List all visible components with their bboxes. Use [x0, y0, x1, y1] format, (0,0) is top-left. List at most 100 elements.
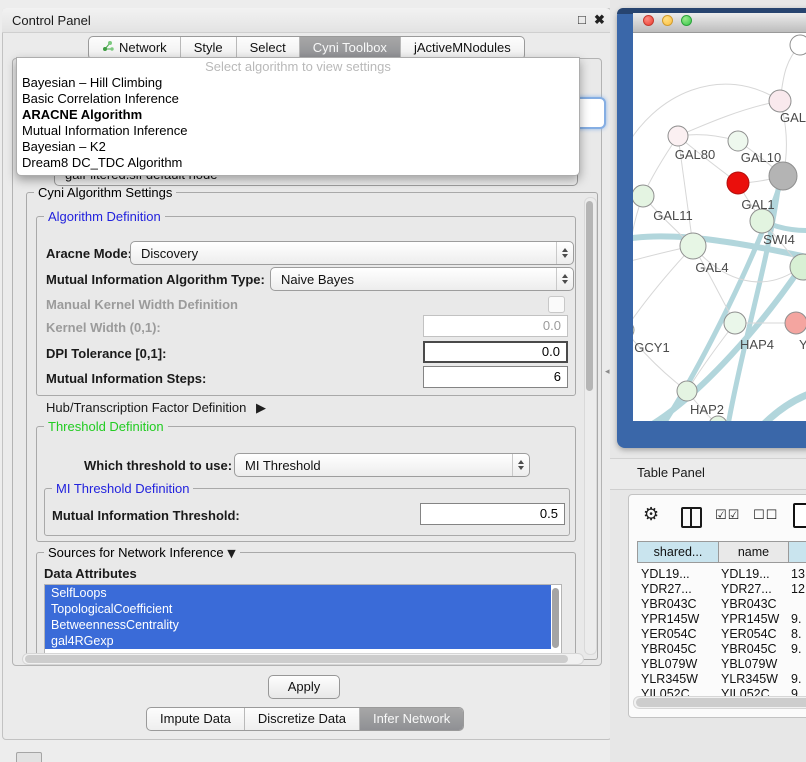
node-hap2[interactable] [677, 381, 697, 401]
node[interactable] [790, 35, 806, 55]
network-window-titlebar[interactable] [633, 13, 806, 33]
attributes-scrollbar-thumb[interactable] [552, 588, 559, 648]
tab-cyni-toolbox[interactable]: Cyni Toolbox [300, 37, 401, 59]
kernel-width-label: Kernel Width (0,1): [46, 320, 161, 335]
algorithm-option-selected[interactable]: ARACNE Algorithm [17, 107, 579, 123]
table-hscrollbar[interactable] [633, 696, 806, 709]
table-row[interactable]: YER054C YER054C 8. [629, 627, 806, 642]
node-gcy1[interactable] [633, 321, 634, 339]
close-traffic-light[interactable] [643, 15, 654, 26]
cell: YDR27... [721, 582, 772, 596]
node-gal1-red[interactable] [727, 172, 749, 194]
mi-steps-field[interactable]: 6 [423, 366, 568, 388]
deselect-all-checks-icon[interactable]: ☐☐ [753, 508, 778, 523]
node-gal[interactable] [769, 90, 791, 112]
cell: YDR27... [641, 582, 692, 596]
mi-threshold-field[interactable]: 0.5 [420, 503, 565, 525]
node-gal4[interactable] [680, 233, 706, 259]
algorithm-option[interactable]: Mutual Information Inference [17, 123, 579, 139]
column-header-name[interactable]: name [718, 541, 789, 563]
attribute-item[interactable]: SelfLoops [45, 585, 551, 601]
node-gal11[interactable] [633, 185, 654, 207]
mi-algorithm-type-combo[interactable]: Naive Bayes [270, 267, 574, 291]
table-row[interactable]: YDR27... YDR27... 12 [629, 582, 806, 597]
cell: YPR145W [641, 612, 699, 626]
edge [633, 196, 643, 330]
settings-hscrollbar[interactable] [22, 653, 584, 665]
algorithm-option[interactable]: Bayesian – K2 [17, 139, 579, 155]
table-row[interactable]: YBL079W YBL079W [629, 657, 806, 672]
gear-icon[interactable]: ⚙ [643, 504, 659, 525]
table-row[interactable]: YPR145W YPR145W 9. [629, 612, 806, 627]
minimize-traffic-light[interactable] [662, 15, 673, 26]
node-label: GAL4 [695, 260, 728, 275]
tab-select[interactable]: Select [237, 37, 300, 59]
column-header-shared-name[interactable]: shared... [637, 541, 719, 563]
split-columns-icon[interactable] [681, 507, 702, 528]
algorithm-option[interactable]: Dream8 DC_TDC Algorithm [17, 155, 579, 171]
new-table-icon[interactable] [793, 503, 806, 528]
table-row[interactable]: YBR045C YBR045C 9. [629, 642, 806, 657]
tab-impute-data[interactable]: Impute Data [147, 708, 245, 730]
table-panel-title: Table Panel [637, 465, 705, 480]
mi-threshold-group-title: MI Threshold Definition [52, 481, 193, 496]
divider-collapse-icon[interactable]: ◂ [605, 367, 610, 377]
minimized-panel-icon[interactable] [16, 752, 42, 762]
tab-discretize-data[interactable]: Discretize Data [245, 708, 360, 730]
cell: YBR043C [641, 597, 697, 611]
float-window-icon[interactable]: □ [578, 12, 586, 27]
algorithm-option[interactable]: Basic Correlation Inference [17, 91, 579, 107]
cell: 9. [791, 672, 801, 686]
node-green[interactable] [750, 209, 774, 233]
which-threshold-label: Which threshold to use: [84, 458, 232, 473]
tab-jactivemnodules[interactable]: jActiveMNodules [401, 37, 524, 59]
node-gal80[interactable] [668, 126, 688, 146]
manual-kernel-checkbox[interactable] [548, 296, 565, 313]
maximize-traffic-light[interactable] [681, 15, 692, 26]
node-label: GAL80 [675, 147, 715, 162]
node-gal10[interactable] [728, 131, 748, 151]
node-label: GAL10 [741, 150, 781, 165]
tab-network-label: Network [119, 37, 167, 59]
table-hscrollbar-thumb[interactable] [636, 698, 806, 707]
settings-hscrollbar-thumb[interactable] [25, 655, 568, 663]
sources-group-title[interactable]: Sources for Network Inference ▼ [44, 545, 240, 560]
edge [678, 101, 780, 136]
network-view-window: GAL GAL80 GAL10 GAL1 GAL11 SWI4 GAL4 GCY… [617, 8, 806, 448]
combo-stepper-icon [556, 242, 573, 264]
mi-algorithm-type-label: Mutual Information Algorithm Type: [46, 272, 265, 287]
node-gray[interactable] [769, 162, 797, 190]
node-label: GCY1 [634, 340, 669, 355]
table-row[interactable]: YDL19... YDL19... 13 [629, 567, 806, 582]
expander-right-icon: ▶ [256, 401, 266, 416]
attribute-item[interactable]: BetweennessCentrality [45, 617, 551, 633]
hub-factor-expander[interactable]: Hub/Transcription Factor Definition ▶ [46, 400, 266, 416]
dpi-tolerance-field[interactable]: 0.0 [423, 341, 568, 363]
aracne-mode-combo[interactable]: Discovery [130, 241, 574, 265]
tab-infer-network[interactable]: Infer Network [360, 708, 463, 730]
which-threshold-value: MI Threshold [235, 458, 512, 473]
tab-network[interactable]: Network [89, 37, 181, 59]
tab-style[interactable]: Style [181, 37, 237, 59]
algorithm-option[interactable]: Bayesian – Hill Climbing [17, 75, 579, 91]
node-label: GAL [780, 110, 806, 125]
network-canvas[interactable]: GAL GAL80 GAL10 GAL1 GAL11 SWI4 GAL4 GCY… [633, 33, 806, 421]
kernel-width-field[interactable]: 0.0 [423, 315, 568, 337]
close-window-icon[interactable]: ✖ [594, 12, 605, 28]
cell: YBR043C [721, 597, 777, 611]
algorithm-definition-title: Algorithm Definition [44, 209, 165, 224]
which-threshold-combo[interactable]: MI Threshold [234, 453, 530, 477]
attribute-item[interactable]: gal4RGexp [45, 633, 551, 649]
table-row[interactable]: YBR043C YBR043C [629, 597, 806, 612]
apply-button[interactable]: Apply [268, 675, 340, 699]
table-row[interactable]: YLR345W YLR345W 9. [629, 672, 806, 687]
node-hap4[interactable] [724, 312, 746, 334]
combo-stepper-icon [556, 268, 573, 290]
node-salmon[interactable] [785, 312, 806, 334]
select-all-checks-icon[interactable]: ☑☑ [715, 508, 740, 523]
mi-threshold-label: Mutual Information Threshold: [52, 508, 240, 523]
settings-scrollbar-thumb[interactable] [586, 201, 593, 391]
attribute-item[interactable]: TopologicalCoefficient [45, 601, 551, 617]
settings-scrollbar[interactable] [584, 197, 597, 655]
column-header-partial[interactable] [788, 541, 806, 563]
